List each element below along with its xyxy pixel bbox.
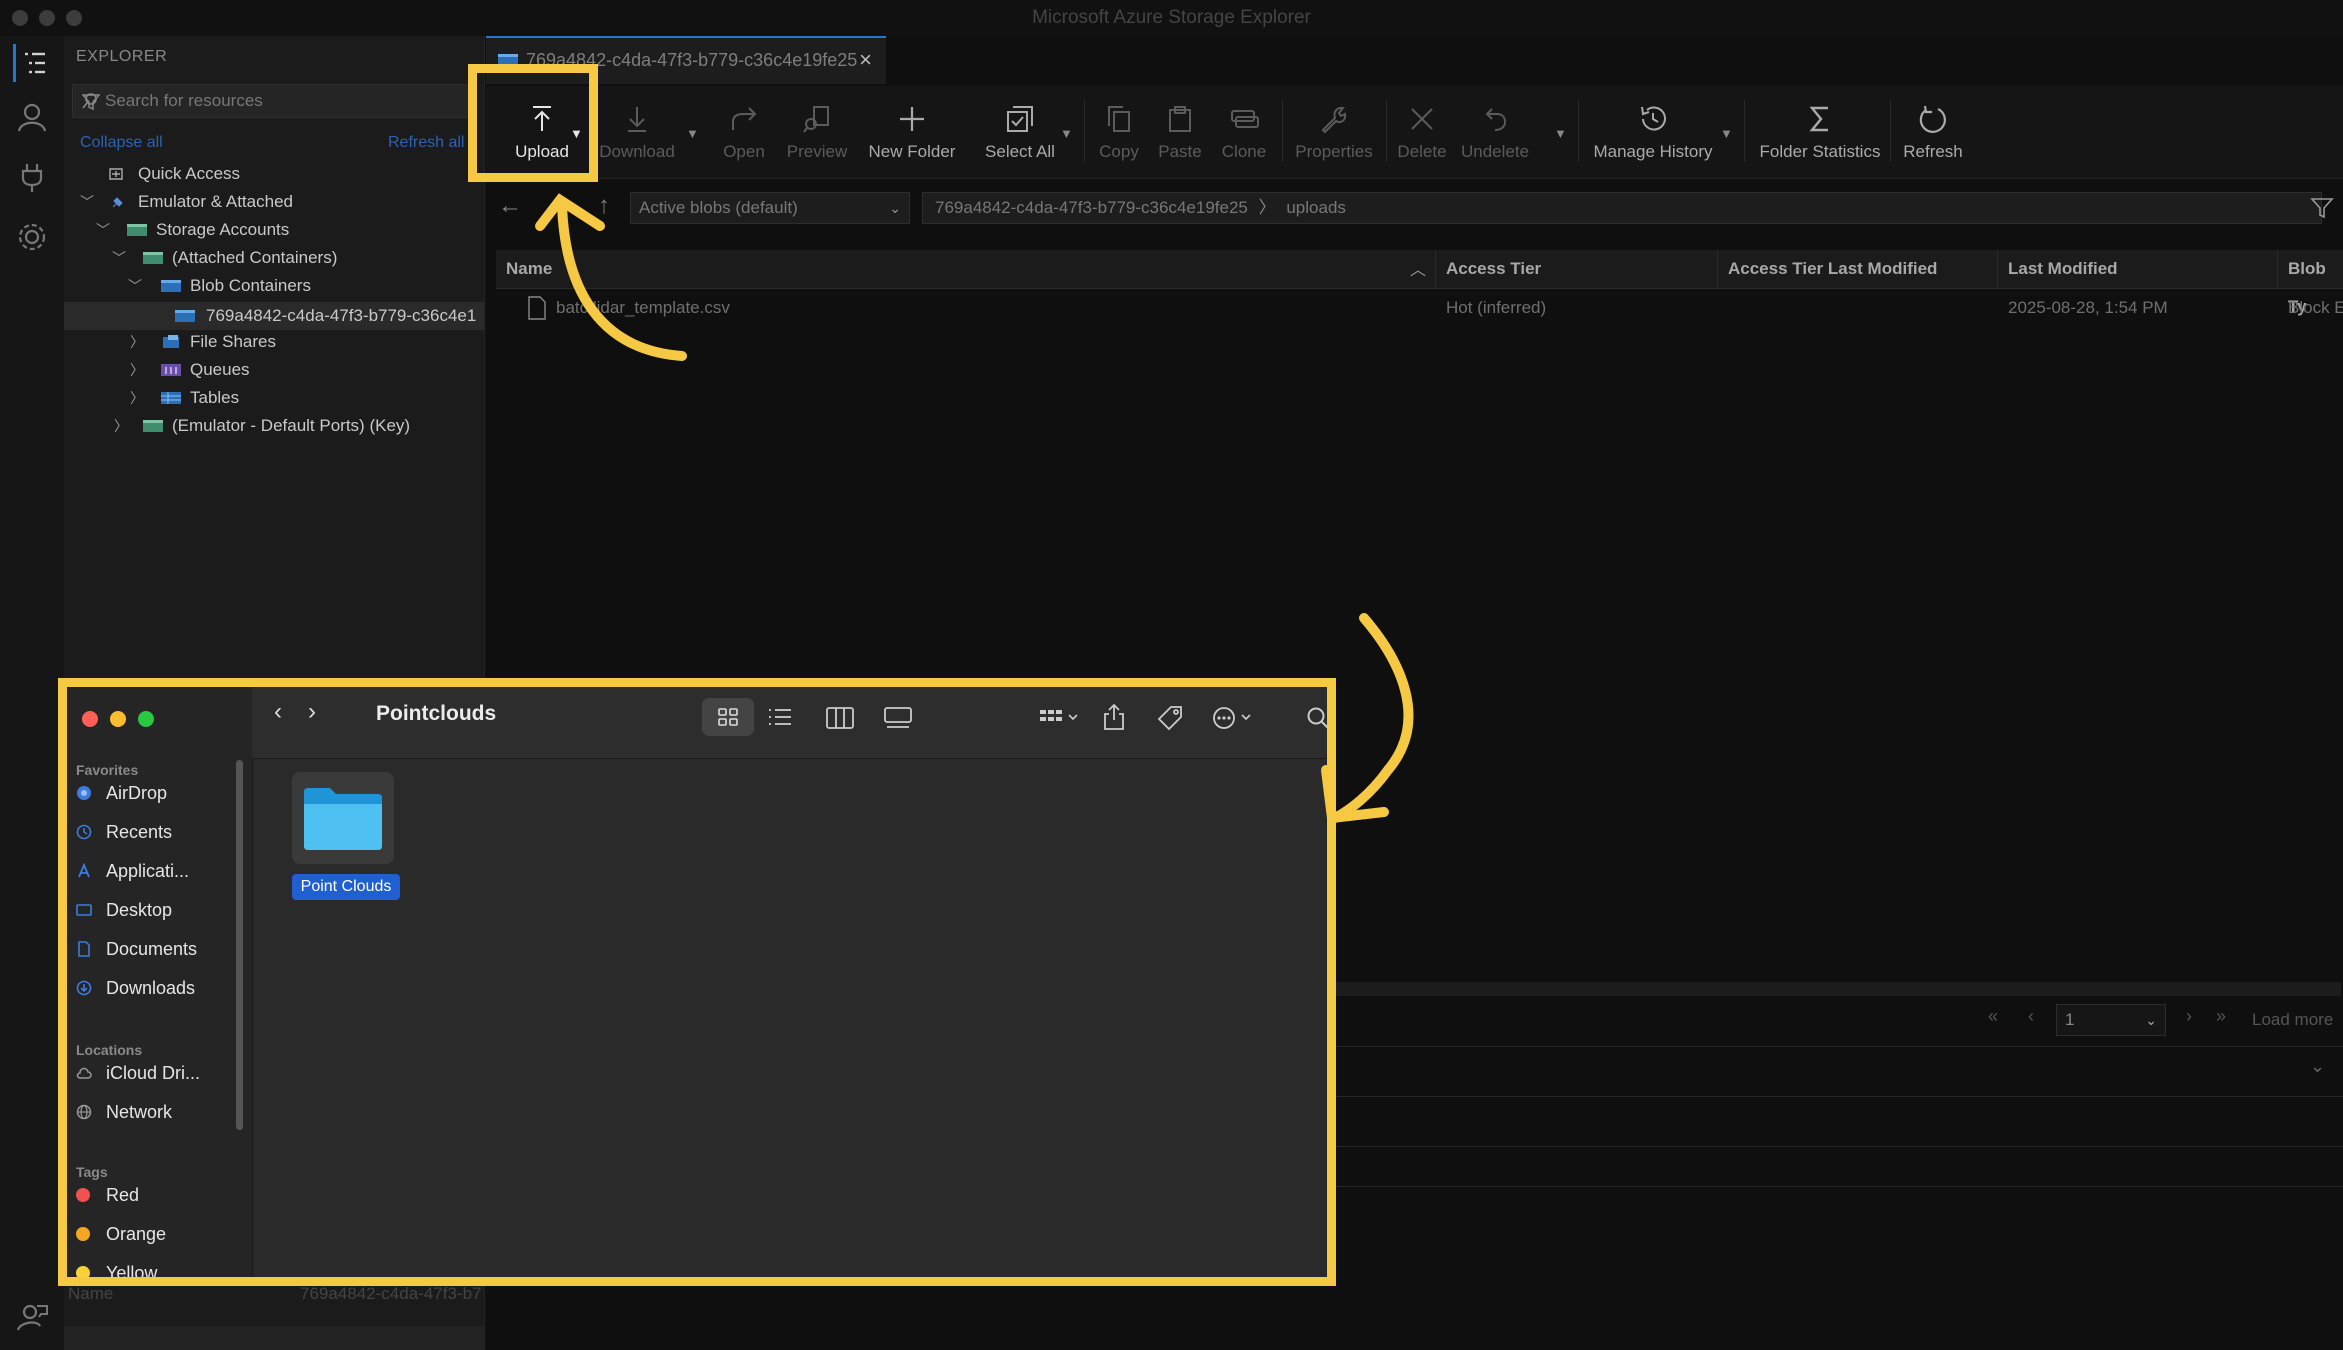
annotation-arrow-finder [1330,613,1414,823]
annotation-arrow-upload [557,200,687,361]
annotation-arrows [535,193,1414,824]
annotation-arrowhead-upload [535,193,605,231]
annotation-arrowhead-finder [1321,765,1389,824]
